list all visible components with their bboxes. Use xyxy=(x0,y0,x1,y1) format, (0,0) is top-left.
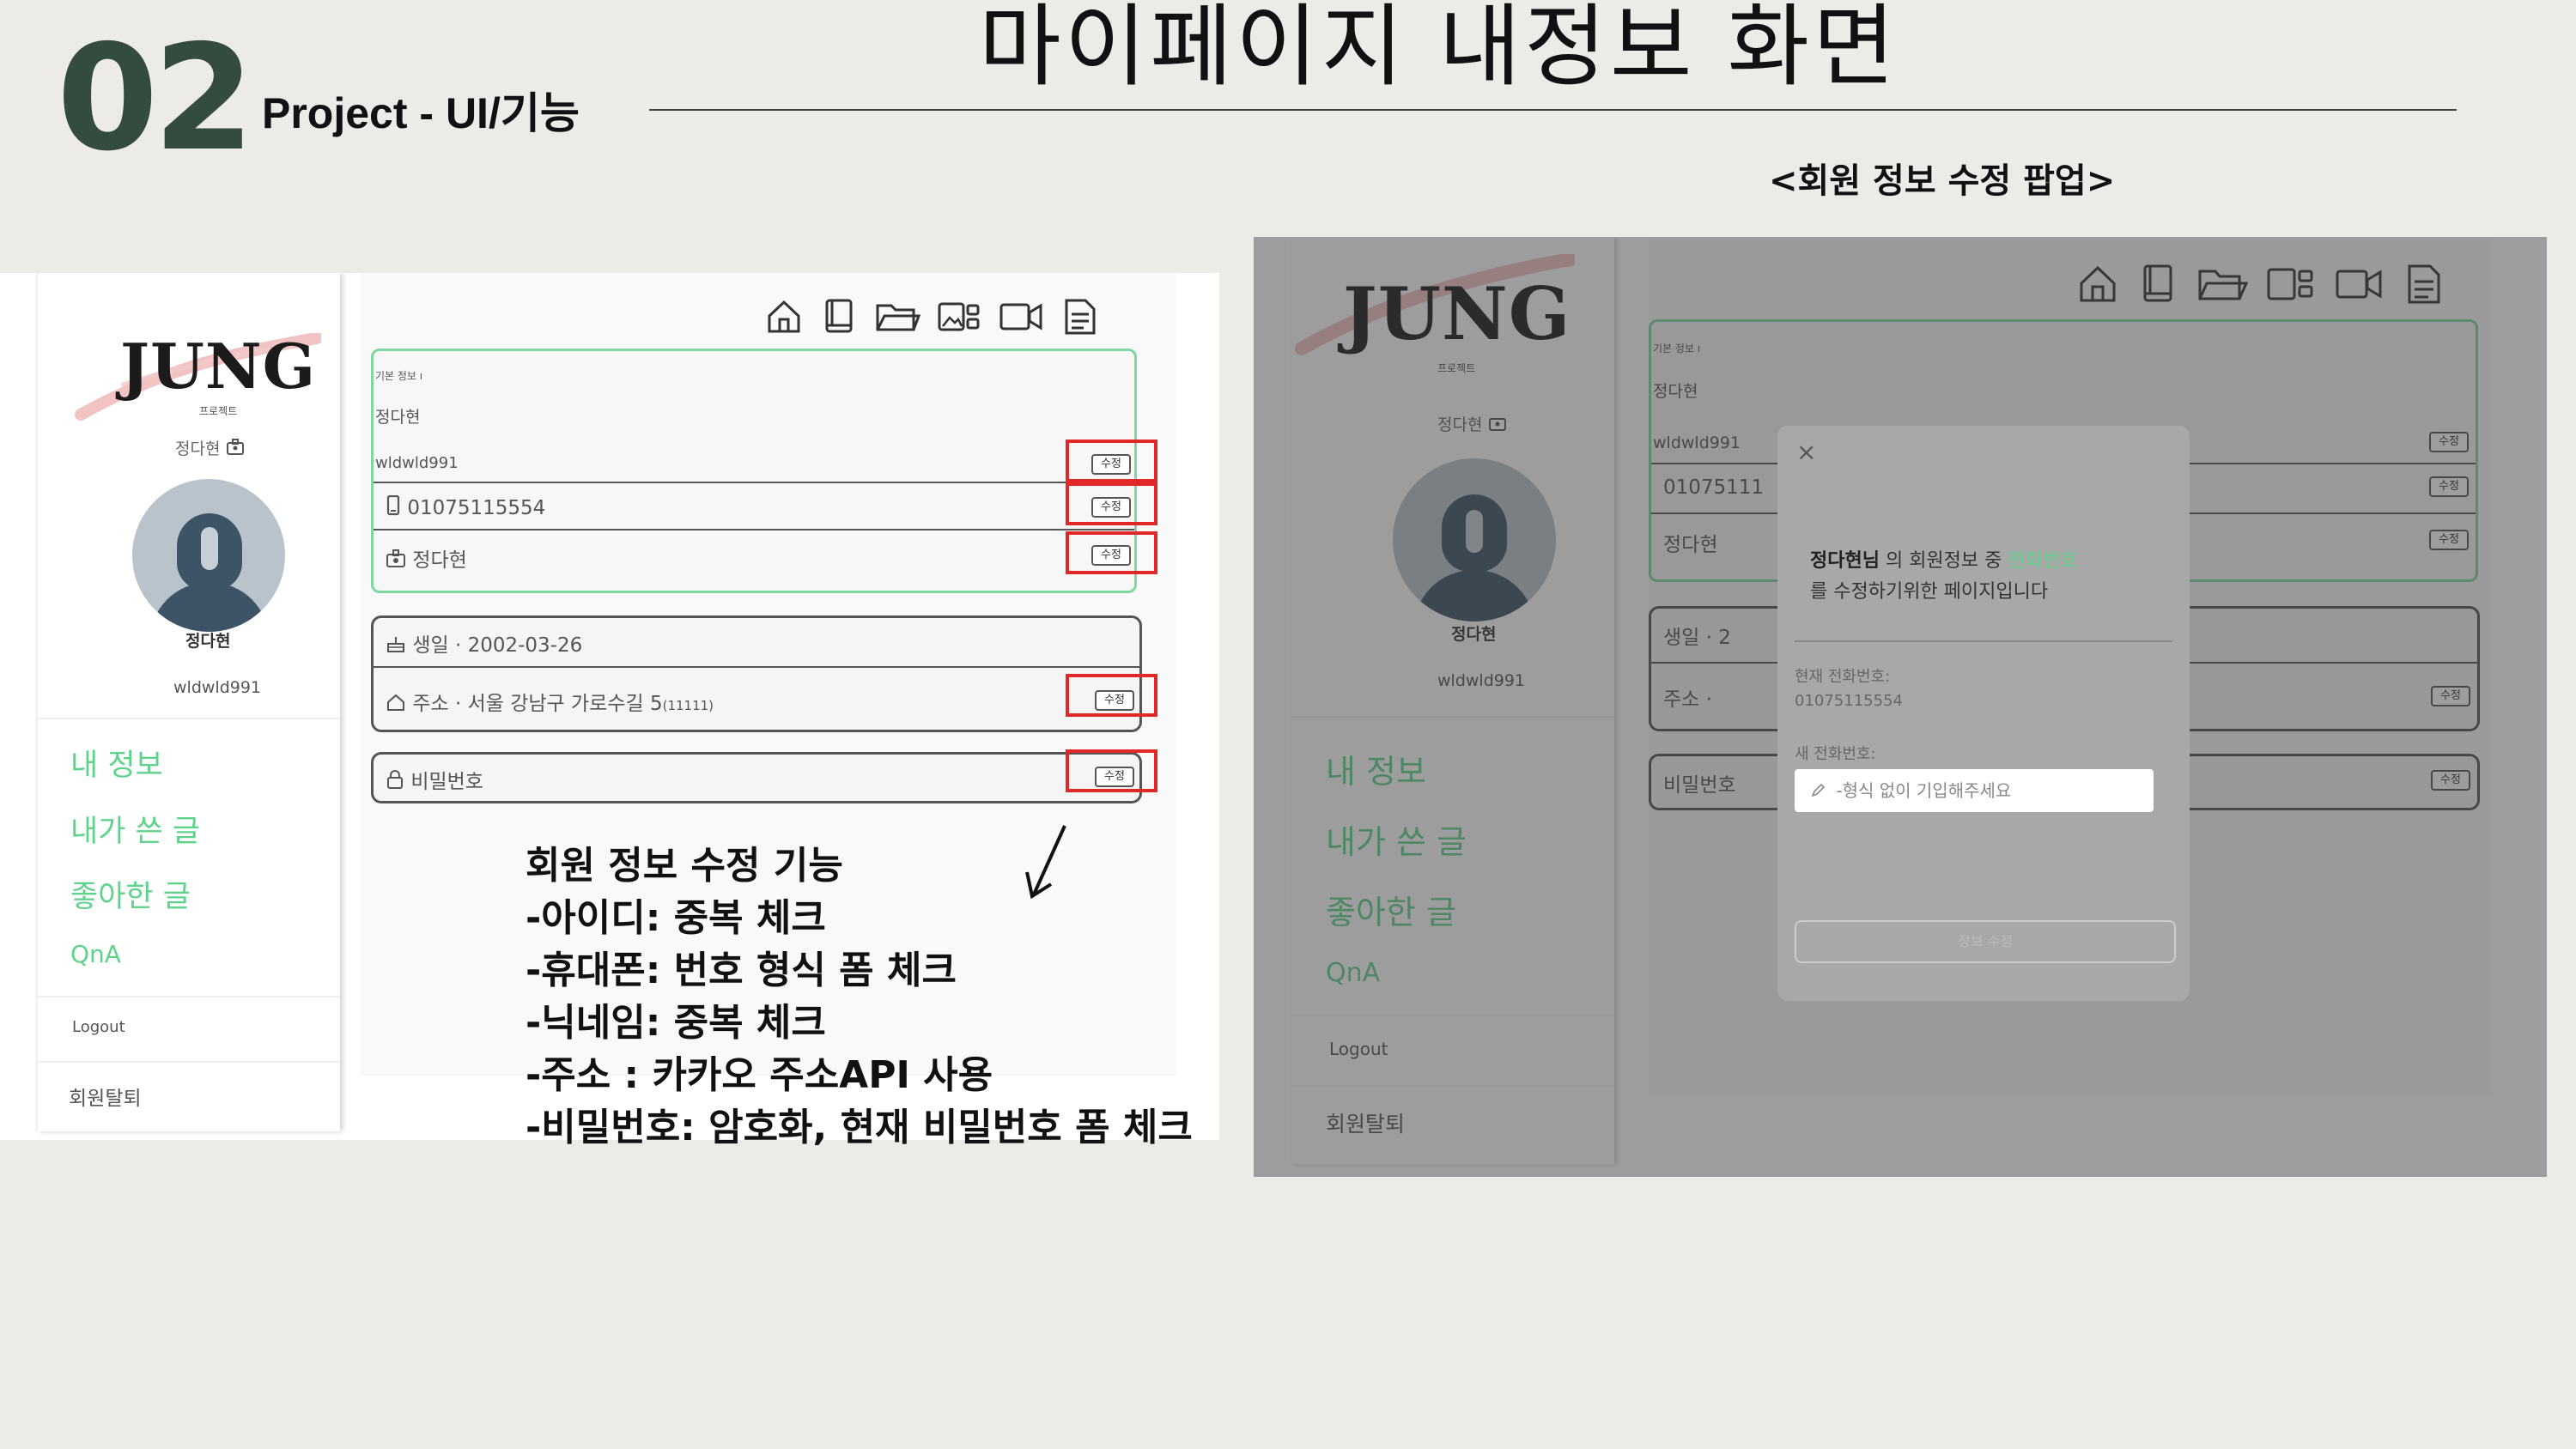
current-phone-value: 01075115554 xyxy=(1795,692,1903,710)
document-icon[interactable] xyxy=(1060,297,1099,336)
sidebar-divider xyxy=(38,996,340,997)
profile-phone: 01075115554 xyxy=(386,494,545,519)
phone-icon xyxy=(386,494,400,516)
highlight-box xyxy=(1066,482,1157,525)
row-divider xyxy=(374,529,1134,530)
pencil-icon xyxy=(1811,783,1826,797)
highlight-box xyxy=(1066,749,1157,792)
sidebar-divider xyxy=(38,718,340,719)
id-card-icon xyxy=(226,439,244,455)
sidebar-item-my-posts[interactable]: 내가 쓴 글 xyxy=(70,807,200,851)
nickname-text: 정다현 xyxy=(175,440,221,458)
slide-title: 마이페이지 내정보 화면 xyxy=(979,0,1899,99)
withdraw-link[interactable]: 회원탈퇴 xyxy=(69,1082,142,1111)
book-icon[interactable] xyxy=(819,297,859,336)
row-divider xyxy=(374,666,1139,668)
section-label: 기본 정보 ı xyxy=(375,370,423,382)
edit-phone-modal: × 정다현님 의 회원정보 중 전화번호 를 수정하기위한 페이지입니다 현재 전… xyxy=(1777,426,2190,1001)
submit-button[interactable]: 정보 수정 xyxy=(1795,920,2176,963)
id-card-icon xyxy=(386,549,405,567)
feature-item: -휴대폰: 번호 형식 폼 체크 xyxy=(526,949,957,992)
sidebar-user-id: wldwld991 xyxy=(173,678,262,697)
avatar-name: 정다현 xyxy=(185,632,231,651)
current-phone-label: 현재 전화번호: xyxy=(1795,668,1891,686)
password-row: 비밀번호 xyxy=(386,765,483,794)
cake-icon xyxy=(387,637,404,652)
folder-icon[interactable] xyxy=(874,297,920,336)
profile-name: 정다현 xyxy=(375,408,421,427)
sidebar-item-qna[interactable]: QnA xyxy=(70,940,121,968)
highlight-box xyxy=(1066,531,1157,574)
lock-icon xyxy=(387,770,403,789)
close-icon[interactable]: × xyxy=(1796,438,1816,466)
new-phone-input[interactable]: -형식 없이 기입해주세요 xyxy=(1795,769,2154,812)
sidebar-divider xyxy=(38,1061,340,1063)
new-phone-label: 새 전화번호: xyxy=(1795,745,1876,763)
video-icon[interactable] xyxy=(998,297,1044,336)
modal-divider xyxy=(1795,640,2172,642)
profile-card: 기본 정보 ı 정다현 wldwld991 수정 01075115554 수정 … xyxy=(371,349,1137,593)
logo-text: JUNG xyxy=(120,330,317,403)
feature-item: -아이디: 중복 체크 xyxy=(526,896,826,940)
title-divider xyxy=(649,109,2457,111)
logout-link[interactable]: Logout xyxy=(72,1018,125,1036)
birthday-row: 생일 · 2002-03-26 xyxy=(386,628,582,658)
home-icon[interactable] xyxy=(764,297,804,336)
logo[interactable]: JUNG 프로젝트 xyxy=(72,299,321,427)
popup-caption: <회원 정보 수정 팝업> xyxy=(1769,161,2116,201)
gallery-icon[interactable] xyxy=(936,297,982,336)
feature-item: 회원 정보 수정 기능 xyxy=(526,844,843,888)
feature-item: -닉네임: 중복 체크 xyxy=(526,1001,826,1045)
modal-message: 정다현님 의 회원정보 중 전화번호 를 수정하기위한 페이지입니다 xyxy=(1810,550,2078,603)
sidebar-item-liked-posts[interactable]: 좋아한 글 xyxy=(70,872,191,916)
feature-list: 회원 정보 수정 기능 -아이디: 중복 체크 -휴대폰: 번호 형식 폼 체크… xyxy=(526,840,1193,1154)
sidebar-item-my-info[interactable]: 내 정보 xyxy=(70,741,163,785)
slide-subtitle: Project - UI/기능 xyxy=(262,89,580,137)
row-divider xyxy=(374,482,1134,483)
highlight-box xyxy=(1066,674,1157,717)
feature-item: -비밀번호: 암호화, 현재 비밀번호 폼 체크 xyxy=(526,1106,1193,1149)
birth-address-card: 생일 · 2002-03-26 주소 · 서울 강남구 가로수길 5(11111… xyxy=(371,615,1142,732)
slide-number: 02 xyxy=(57,14,255,184)
logo-subtext: 프로젝트 xyxy=(199,405,238,417)
address-row: 주소 · 서울 강남구 가로수길 5(11111) xyxy=(386,687,714,716)
edit-popup-screenshot: JUNG 프로젝트 정다현 정다현 wldwld991 내 정보 내가 쓴 글 … xyxy=(1254,237,2547,1177)
avatar xyxy=(132,479,285,632)
password-card: 비밀번호 수정 xyxy=(371,752,1142,803)
profile-id: wldwld991 xyxy=(375,454,459,472)
top-icon-bar xyxy=(764,297,1099,336)
sidebar-nickname: 정다현 xyxy=(175,436,245,459)
profile-nickname: 정다현 xyxy=(386,543,467,573)
home-icon xyxy=(387,694,404,711)
highlight-box xyxy=(1066,440,1157,482)
feature-item: -주소 : 카카오 주소API 사용 xyxy=(526,1053,993,1097)
sidebar: JUNG 프로젝트 정다현 정다현 wldwld991 내 정보 내가 쓴 글 … xyxy=(38,273,340,1131)
